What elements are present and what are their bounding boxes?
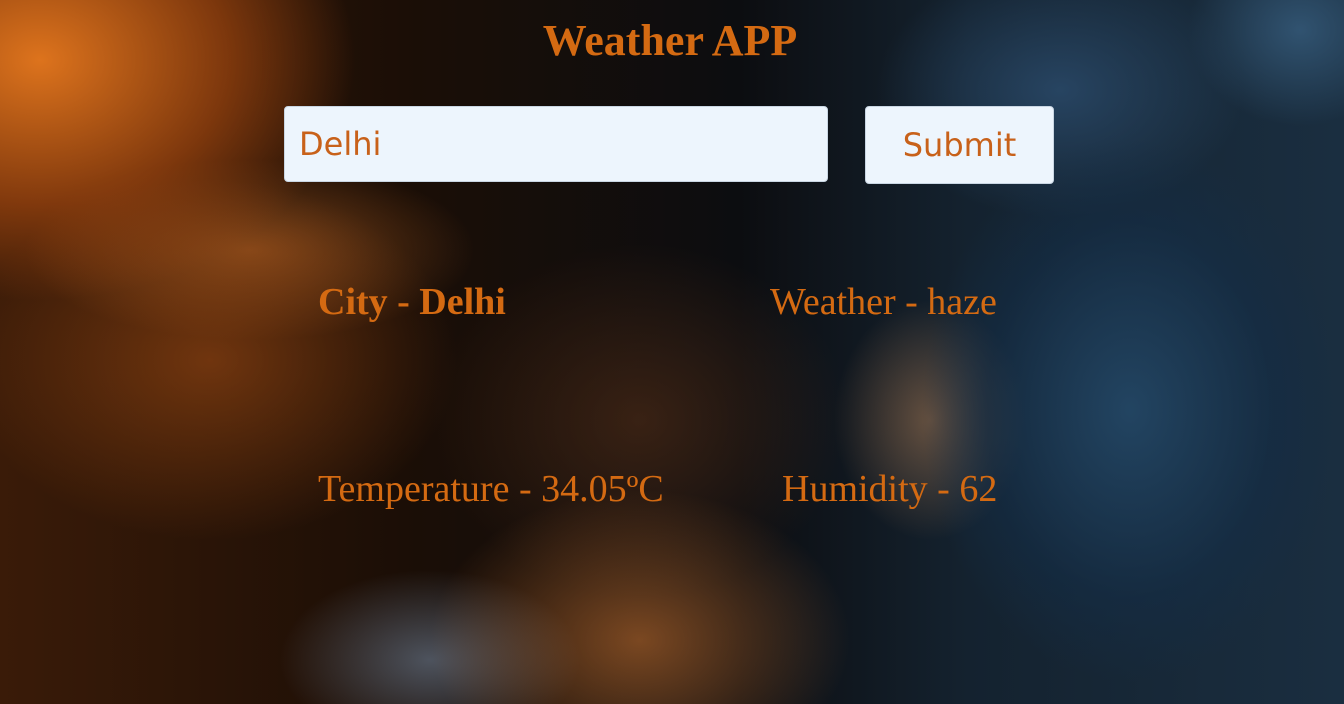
submit-button[interactable]: Submit: [865, 106, 1054, 184]
city-result: City - Delhi: [318, 281, 506, 323]
humidity-result: Humidity - 62: [782, 468, 998, 510]
temperature-result: Temperature - 34.05ºC: [318, 468, 664, 510]
city-input[interactable]: [284, 106, 828, 182]
weather-result: Weather - haze: [770, 281, 997, 323]
page-title: Weather APP: [542, 16, 798, 65]
